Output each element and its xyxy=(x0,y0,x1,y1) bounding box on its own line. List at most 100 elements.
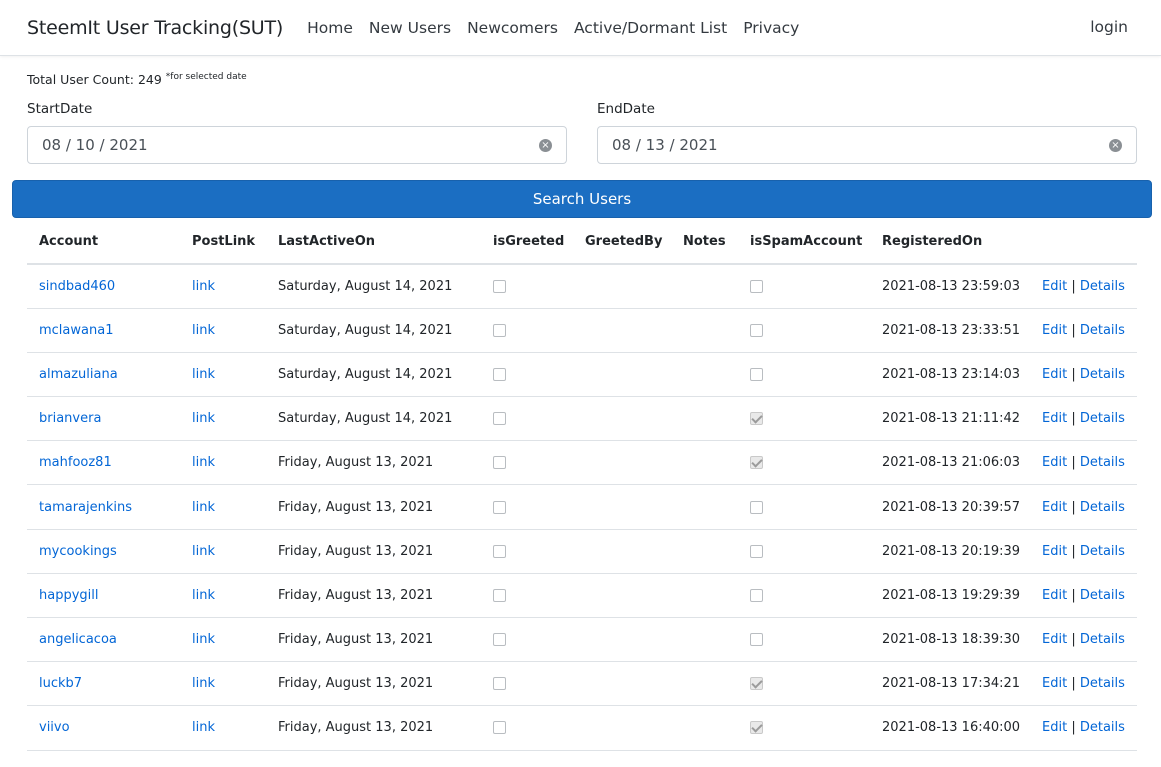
last-active-cell: Friday, August 13, 2021 xyxy=(266,617,481,663)
details-link[interactable]: Details xyxy=(1080,544,1125,559)
notes-cell xyxy=(671,264,738,309)
account-link[interactable]: luckb7 xyxy=(39,676,82,691)
search-users-button[interactable]: Search Users xyxy=(12,180,1152,218)
details-link[interactable]: Details xyxy=(1080,720,1125,735)
greeted-by-cell xyxy=(573,264,671,309)
last-active-cell: Friday, August 13, 2021 xyxy=(266,529,481,574)
is-greeted-checkbox[interactable] xyxy=(493,367,506,381)
account-link[interactable]: angelicacoa xyxy=(39,632,117,647)
post-link[interactable]: link xyxy=(192,323,215,338)
post-link[interactable]: link xyxy=(192,455,215,470)
account-link[interactable]: mclawana1 xyxy=(39,323,113,338)
edit-link[interactable]: Edit xyxy=(1042,544,1067,559)
is-spam-checkbox[interactable] xyxy=(750,633,763,647)
post-link[interactable]: link xyxy=(192,411,215,426)
details-link[interactable]: Details xyxy=(1080,632,1125,647)
last-active-cell: Friday, August 13, 2021 xyxy=(266,661,481,707)
login-link[interactable]: login xyxy=(1090,18,1128,36)
notes-cell xyxy=(671,484,738,530)
table-row: mclawana1 link Saturday, August 14, 2021 20… xyxy=(27,308,1137,353)
actions-cell: Edit | Details xyxy=(1030,705,1137,751)
is-greeted-checkbox[interactable] xyxy=(493,456,506,470)
registered-on-cell: 2021-08-13 19:29:39 xyxy=(870,573,1030,619)
header-greeted-by: GreetedBy xyxy=(573,220,671,265)
is-spam-checkbox[interactable] xyxy=(750,721,763,735)
account-link[interactable]: sindbad460 xyxy=(39,279,115,294)
post-link[interactable]: link xyxy=(192,632,215,647)
is-greeted-checkbox[interactable] xyxy=(493,677,506,691)
details-link[interactable]: Details xyxy=(1080,588,1125,603)
details-link[interactable]: Details xyxy=(1080,500,1125,515)
account-link[interactable]: happygill xyxy=(39,588,99,603)
post-link[interactable]: link xyxy=(192,720,215,735)
is-spam-checkbox[interactable] xyxy=(750,412,763,426)
account-link[interactable]: viivo xyxy=(39,720,70,735)
account-link[interactable]: almazuliana xyxy=(39,367,118,382)
post-link[interactable]: link xyxy=(192,676,215,691)
is-greeted-checkbox[interactable] xyxy=(493,412,506,426)
brand-title[interactable]: SteemIt User Tracking(SUT) xyxy=(27,17,283,39)
start-date-input[interactable]: 08 / 10 / 2021 × xyxy=(27,126,567,164)
edit-link[interactable]: Edit xyxy=(1042,676,1067,691)
edit-link[interactable]: Edit xyxy=(1042,323,1067,338)
edit-link[interactable]: Edit xyxy=(1042,720,1067,735)
edit-link[interactable]: Edit xyxy=(1042,500,1067,515)
is-greeted-checkbox[interactable] xyxy=(493,721,506,735)
last-active-cell: Friday, August 13, 2021 xyxy=(266,573,481,619)
is-greeted-checkbox[interactable] xyxy=(493,500,506,514)
greeted-by-cell xyxy=(573,352,671,398)
table-row: viivo link Friday, August 13, 2021 2021-08-… xyxy=(27,705,1137,751)
edit-link[interactable]: Edit xyxy=(1042,411,1067,426)
edit-link[interactable]: Edit xyxy=(1042,279,1067,294)
post-link[interactable]: link xyxy=(192,544,215,559)
is-spam-checkbox[interactable] xyxy=(750,279,763,293)
details-link[interactable]: Details xyxy=(1080,411,1125,426)
is-greeted-checkbox[interactable] xyxy=(493,323,506,337)
post-link[interactable]: link xyxy=(192,500,215,515)
notes-cell xyxy=(671,617,738,663)
edit-link[interactable]: Edit xyxy=(1042,588,1067,603)
registered-on-cell: 2021-08-13 23:59:03 xyxy=(870,264,1030,309)
post-link[interactable]: link xyxy=(192,367,215,382)
is-spam-checkbox[interactable] xyxy=(750,588,763,602)
nav-privacy[interactable]: Privacy xyxy=(743,19,799,37)
is-spam-checkbox[interactable] xyxy=(750,500,763,514)
account-link[interactable]: tamarajenkins xyxy=(39,500,132,515)
edit-link[interactable]: Edit xyxy=(1042,367,1067,382)
clear-icon[interactable]: × xyxy=(1109,139,1122,152)
account-link[interactable]: mycookings xyxy=(39,544,117,559)
nav-active-dormant-list[interactable]: Active/Dormant List xyxy=(574,19,727,37)
registered-on-cell: 2021-08-13 17:34:21 xyxy=(870,661,1030,707)
post-link[interactable]: link xyxy=(192,279,215,294)
details-link[interactable]: Details xyxy=(1080,323,1125,338)
table-row: luckb7 link Friday, August 13, 2021 2021-08… xyxy=(27,661,1137,707)
nav-home[interactable]: Home xyxy=(307,19,353,37)
actions-cell: Edit | Details xyxy=(1030,440,1137,486)
greeted-by-cell xyxy=(573,484,671,530)
clear-icon[interactable]: × xyxy=(539,139,552,152)
is-spam-checkbox[interactable] xyxy=(750,456,763,470)
details-link[interactable]: Details xyxy=(1080,279,1125,294)
end-date-input[interactable]: 08 / 13 / 2021 × xyxy=(597,126,1137,164)
edit-link[interactable]: Edit xyxy=(1042,455,1067,470)
actions-cell: Edit | Details xyxy=(1030,308,1137,353)
total-user-count: Total User Count: 249 *for selected date xyxy=(27,72,247,87)
is-spam-checkbox[interactable] xyxy=(750,544,763,558)
is-greeted-checkbox[interactable] xyxy=(493,633,506,647)
is-greeted-checkbox[interactable] xyxy=(493,544,506,558)
is-greeted-checkbox[interactable] xyxy=(493,588,506,602)
edit-link[interactable]: Edit xyxy=(1042,632,1067,647)
header-is-greeted: isGreeted xyxy=(481,220,573,265)
nav-newcomers[interactable]: Newcomers xyxy=(467,19,558,37)
is-greeted-checkbox[interactable] xyxy=(493,279,506,293)
details-link[interactable]: Details xyxy=(1080,676,1125,691)
is-spam-checkbox[interactable] xyxy=(750,677,763,691)
nav-new-users[interactable]: New Users xyxy=(369,19,451,37)
post-link[interactable]: link xyxy=(192,588,215,603)
is-spam-checkbox[interactable] xyxy=(750,323,763,337)
is-spam-checkbox[interactable] xyxy=(750,367,763,381)
account-link[interactable]: brianvera xyxy=(39,411,101,426)
details-link[interactable]: Details xyxy=(1080,367,1125,382)
details-link[interactable]: Details xyxy=(1080,455,1125,470)
account-link[interactable]: mahfooz81 xyxy=(39,455,112,470)
